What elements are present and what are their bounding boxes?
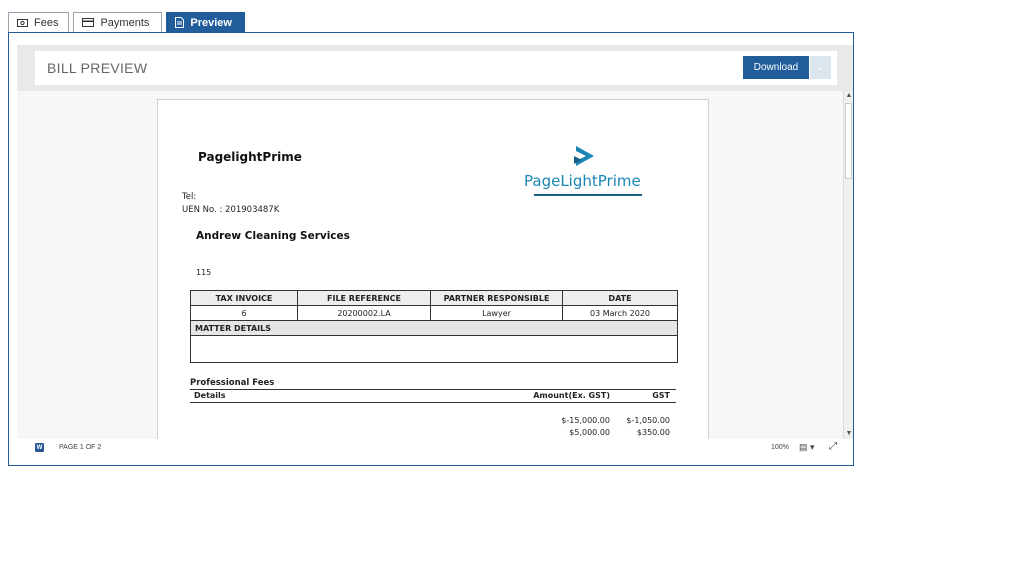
table-row: $-15,000.00 $-1,050.00 bbox=[190, 416, 676, 428]
matter-details-row: MATTER DETAILS bbox=[190, 320, 678, 336]
company-logo: PageLightPrime bbox=[524, 144, 650, 200]
toolbar: BILL PREVIEW Download ⌄ bbox=[35, 51, 837, 85]
cell-tax-invoice: 6 bbox=[190, 305, 298, 321]
header-tax-invoice: TAX INVOICE bbox=[190, 290, 298, 306]
tab-bar: Fees Payments Preview bbox=[8, 12, 245, 33]
fee-amount: $5,000.00 bbox=[569, 428, 610, 437]
company-name: PagelightPrime bbox=[198, 150, 302, 164]
cell-partner: Lawyer bbox=[430, 305, 563, 321]
table-row: 6 20200002.LA Lawyer 03 March 2020 bbox=[190, 305, 678, 321]
scrollbar-thumb[interactable] bbox=[845, 103, 852, 179]
matter-details-empty bbox=[190, 335, 678, 363]
tab-payments[interactable]: Payments bbox=[73, 12, 163, 33]
card-icon bbox=[82, 18, 95, 27]
tab-fees[interactable]: Fees bbox=[8, 12, 70, 33]
vertical-scrollbar[interactable]: ▲ ▼ bbox=[843, 91, 853, 439]
page-view-icon[interactable]: ▤ ▾ bbox=[799, 442, 815, 453]
matter-details-label: MATTER DETAILS bbox=[190, 320, 678, 336]
uen-number: UEN No. : 201903487K bbox=[182, 205, 280, 215]
fees-col-gst: GST bbox=[652, 391, 670, 400]
logo-text: PageLightPrime bbox=[524, 172, 641, 190]
header-date: DATE bbox=[562, 290, 678, 306]
fit-screen-icon[interactable]: ⤢ bbox=[829, 441, 837, 452]
download-button[interactable]: Download bbox=[743, 56, 809, 79]
chevron-down-icon: ⌄ bbox=[816, 61, 825, 73]
cell-file-reference: 20200002.LA bbox=[297, 305, 431, 321]
page-indicator: PAGE 1 OF 2 bbox=[59, 444, 102, 451]
client-name: Andrew Cleaning Services bbox=[196, 230, 350, 242]
preview-panel: BILL PREVIEW Download ⌄ PagelightPrime P… bbox=[8, 32, 854, 466]
fee-amount: $-15,000.00 bbox=[561, 416, 610, 425]
invoice-table: TAX INVOICE FILE REFERENCE PARTNER RESPO… bbox=[190, 290, 678, 363]
fees-header: Details Amount(Ex. GST) GST bbox=[190, 389, 676, 403]
table-row: $5,000.00 $350.00 bbox=[190, 428, 676, 439]
tab-payments-label: Payments bbox=[100, 16, 150, 29]
header-file-reference: FILE REFERENCE bbox=[297, 290, 431, 306]
scroll-down-icon[interactable]: ▼ bbox=[844, 429, 854, 439]
document-icon bbox=[175, 17, 185, 28]
fees-col-amount: Amount(Ex. GST) bbox=[533, 391, 610, 400]
matter-details-body bbox=[190, 335, 678, 363]
tab-preview-label: Preview bbox=[190, 16, 232, 29]
document-viewer[interactable]: PagelightPrime PageLightPrime Tel: UEN N… bbox=[17, 91, 843, 439]
fee-gst: $350.00 bbox=[636, 428, 670, 437]
fees-col-details: Details bbox=[194, 391, 226, 400]
zoom-level[interactable]: 100% bbox=[771, 444, 789, 451]
document-page: PagelightPrime PageLightPrime Tel: UEN N… bbox=[157, 99, 709, 439]
invoice-table-header: TAX INVOICE FILE REFERENCE PARTNER RESPO… bbox=[190, 290, 678, 306]
professional-fees-title: Professional Fees bbox=[190, 378, 275, 388]
status-bar: W PAGE 1 OF 2 100% ▤ ▾ ⤢ bbox=[17, 439, 853, 457]
header-partner-responsible: PARTNER RESPONSIBLE bbox=[430, 290, 563, 306]
fee-gst: $-1,050.00 bbox=[626, 416, 670, 425]
download-dropdown-button[interactable]: ⌄ bbox=[810, 56, 831, 79]
scroll-up-icon[interactable]: ▲ bbox=[844, 91, 854, 101]
page-title: BILL PREVIEW bbox=[47, 60, 148, 76]
toolbar-container: BILL PREVIEW Download ⌄ bbox=[17, 45, 853, 91]
telephone-label: Tel: bbox=[182, 192, 197, 202]
word-document-icon: W bbox=[35, 443, 44, 452]
money-icon bbox=[17, 18, 28, 27]
logo-underline bbox=[534, 194, 642, 196]
address-number: 115 bbox=[196, 268, 212, 277]
logo-chevron-icon bbox=[574, 146, 594, 166]
cell-date: 03 March 2020 bbox=[562, 305, 678, 321]
tab-fees-label: Fees bbox=[34, 16, 59, 29]
tab-preview[interactable]: Preview bbox=[166, 12, 245, 33]
